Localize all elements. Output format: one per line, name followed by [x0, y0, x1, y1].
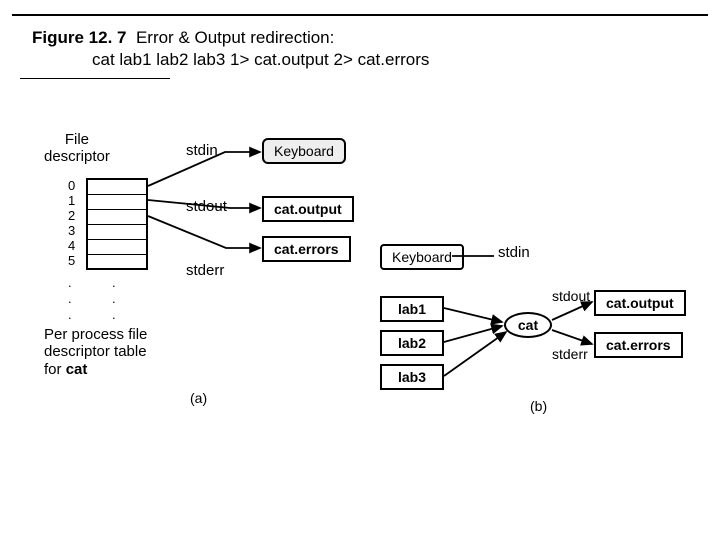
perproc-l3: for: [44, 361, 66, 378]
figure-title-text: Error & Output redirection:: [136, 28, 334, 47]
figure-command: cat lab1 lab2 lab3 1> cat.output 2> cat.…: [92, 50, 429, 70]
fd-heading-line2: descriptor: [44, 148, 110, 165]
keyboard-box-b: Keyboard: [380, 244, 464, 270]
fd-numbers: 0 1 2 3 4 5: [68, 178, 75, 268]
cat-output-box-a: cat.output: [262, 196, 354, 222]
fd-num: 4: [68, 238, 75, 253]
cat-oval: cat: [504, 312, 552, 338]
part-a-label: (a): [190, 390, 207, 406]
perproc-l2: descriptor table: [44, 343, 147, 360]
figure-number: Figure 12. 7: [32, 28, 126, 47]
stdout-label-a: stdout: [186, 198, 227, 215]
cat-errors-box-b: cat.errors: [594, 332, 683, 358]
fd-row: [88, 195, 146, 210]
fd-row: [88, 225, 146, 240]
fd-heading: File descriptor: [44, 132, 110, 165]
fd-row: [88, 180, 146, 195]
fd-num: 5: [68, 253, 75, 268]
lab1-box: lab1: [380, 296, 444, 322]
diagram-underline: [20, 78, 170, 79]
stderr-label-a: stderr: [186, 262, 224, 279]
cat-output-box-b: cat.output: [594, 290, 686, 316]
fd-row: [88, 255, 146, 270]
figure-title: Figure 12. 7 Error & Output redirection:: [32, 28, 334, 48]
fd-table: [86, 178, 148, 270]
fd-row: [88, 210, 146, 225]
top-rule: [12, 14, 708, 16]
arrows-svg: [0, 0, 720, 540]
stdout-label-b: stdout: [552, 288, 590, 304]
stdin-label-b: stdin: [498, 244, 530, 261]
part-b-label: (b): [530, 398, 547, 414]
perproc-cat: cat: [66, 361, 88, 378]
stderr-label-b: stderr: [552, 346, 588, 362]
fd-dots-right: ...: [112, 275, 116, 323]
cat-errors-box-a: cat.errors: [262, 236, 351, 262]
fd-num: 3: [68, 223, 75, 238]
perproc-l1: Per process file: [44, 326, 147, 343]
fd-heading-line1: File: [65, 131, 89, 148]
fd-num: 2: [68, 208, 75, 223]
fd-num: 1: [68, 193, 75, 208]
stdin-label-a: stdin: [186, 142, 218, 159]
lab3-box: lab3: [380, 364, 444, 390]
lab2-box: lab2: [380, 330, 444, 356]
per-process-caption: Per process file descriptor table for ca…: [44, 326, 147, 378]
fd-row: [88, 240, 146, 255]
fd-num: 0: [68, 178, 75, 193]
keyboard-box-a: Keyboard: [262, 138, 346, 164]
fd-dots-left: ...: [68, 275, 72, 323]
